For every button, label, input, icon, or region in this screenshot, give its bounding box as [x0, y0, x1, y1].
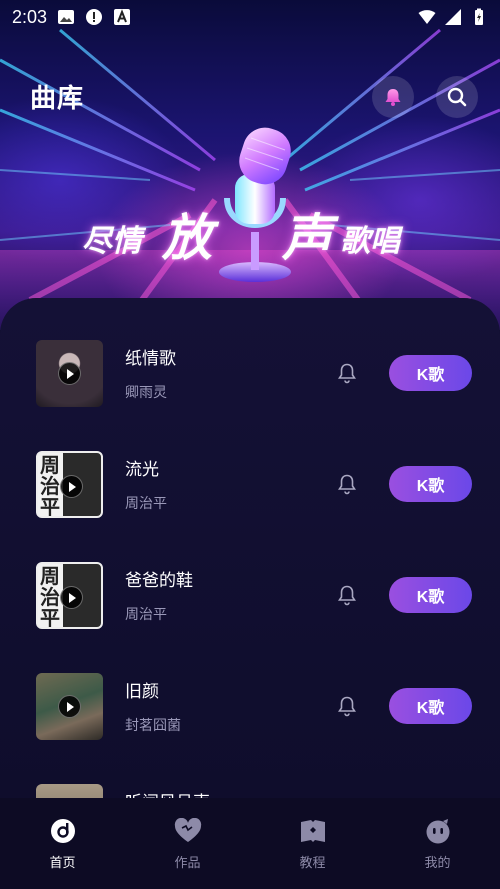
- song-row[interactable]: 旧颜 封茗囧菌 K歌: [0, 631, 500, 742]
- song-cover[interactable]: 周治平: [36, 451, 103, 518]
- signal-icon: [445, 9, 461, 25]
- song-title: 旧颜: [125, 682, 159, 702]
- slogan-part-2: 放: [162, 209, 212, 267]
- profile-face-icon: [426, 819, 449, 844]
- song-row[interactable]: 周治平 流光 周治平 K歌: [0, 409, 500, 520]
- nav-label: 教程: [299, 856, 326, 871]
- song-artist: 周治平: [125, 607, 167, 623]
- song-title: 流光: [125, 460, 159, 480]
- song-cover[interactable]: [36, 784, 103, 798]
- song-artist: 卿雨灵: [125, 385, 167, 401]
- page-title: 曲库: [30, 84, 85, 114]
- nav-label: 首页: [49, 856, 76, 871]
- notification-button[interactable]: [372, 76, 414, 118]
- song-title: 爸爸的鞋: [125, 571, 193, 591]
- song-title: 听闻风吕声: [125, 788, 210, 798]
- nav-label: 作品: [174, 856, 201, 871]
- song-title: 纸情歌: [125, 349, 176, 369]
- search-button[interactable]: [436, 76, 478, 118]
- book-icon: [300, 820, 325, 842]
- play-icon[interactable]: [60, 586, 83, 609]
- bell-icon[interactable]: [336, 362, 358, 384]
- song-row[interactable]: 纸情歌 卿雨灵 K歌: [0, 298, 500, 409]
- bell-icon: [385, 89, 401, 106]
- karaoke-button[interactable]: K歌: [389, 577, 472, 613]
- karaoke-button[interactable]: K歌: [389, 466, 472, 502]
- nav-label: 我的: [424, 856, 451, 871]
- song-row[interactable]: 周治平 爸爸的鞋 周治平 K歌: [0, 520, 500, 631]
- bell-icon[interactable]: [336, 473, 358, 495]
- nav-profile[interactable]: 我的: [375, 798, 500, 889]
- bell-icon[interactable]: [336, 695, 358, 717]
- status-time: 2:03: [12, 6, 48, 27]
- slogan-part-3: 声: [282, 209, 332, 267]
- font-notification-icon: [114, 9, 131, 25]
- song-cover[interactable]: [36, 340, 103, 407]
- heart-icon: [174, 818, 201, 842]
- song-artist: 封茗囧菌: [125, 718, 181, 734]
- battery-icon: [475, 8, 483, 25]
- karaoke-button[interactable]: K歌: [389, 688, 472, 724]
- song-cover[interactable]: [36, 673, 103, 740]
- wifi-icon: [418, 10, 436, 24]
- song-artist: 周治平: [125, 496, 167, 512]
- play-icon[interactable]: [58, 695, 81, 718]
- nav-home[interactable]: 首页: [0, 798, 125, 889]
- status-bar: 2:03: [0, 0, 500, 34]
- nav-tutorial[interactable]: 教程: [250, 798, 375, 889]
- play-icon[interactable]: [58, 362, 81, 385]
- gallery-notification-icon: [58, 10, 75, 24]
- bottom-nav: 首页 作品 教程 我的: [0, 798, 500, 889]
- slogan-part-1: 尽情: [82, 224, 142, 259]
- nav-works[interactable]: 作品: [125, 798, 250, 889]
- karaoke-button[interactable]: K歌: [389, 355, 472, 391]
- slogan-banner: 尽情 放 声 歌唱: [0, 196, 500, 267]
- app-header: 曲库: [0, 72, 500, 120]
- song-row[interactable]: 听闻风吕声: [0, 742, 500, 798]
- play-icon[interactable]: [60, 475, 83, 498]
- search-icon: [447, 87, 467, 107]
- song-cover[interactable]: 周治平: [36, 562, 103, 629]
- cover-text: 周治平: [40, 453, 60, 518]
- home-disc-icon: [50, 819, 75, 843]
- cover-text: 周治平: [40, 564, 60, 629]
- alert-notification-icon: [86, 9, 103, 25]
- slogan-part-4: 歌唱: [340, 224, 400, 259]
- bell-icon[interactable]: [336, 584, 358, 606]
- song-list: 纸情歌 卿雨灵 K歌 周治平 流光 周治平 K歌 周治平 爸爸的鞋 周治平 K歌…: [0, 298, 500, 798]
